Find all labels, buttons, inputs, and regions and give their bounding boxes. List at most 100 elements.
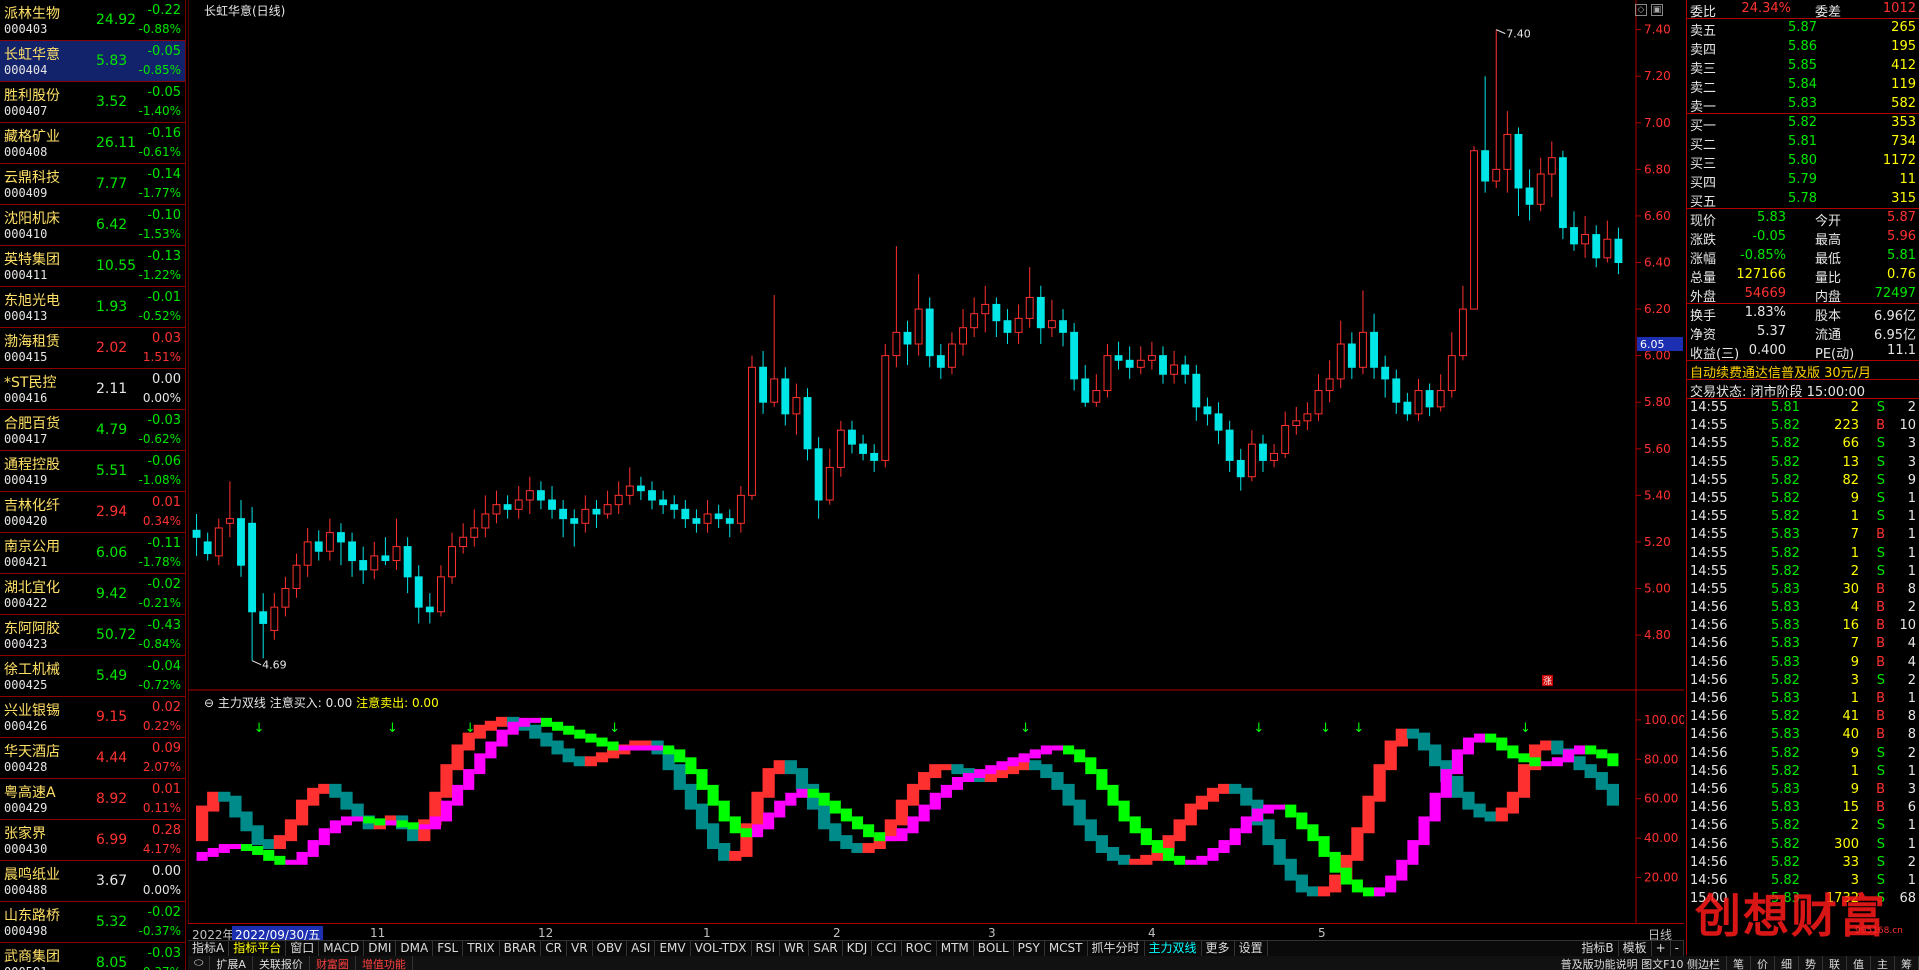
watchlist-row[interactable]: 武商集团000501 8.05 -0.03 -0.37% bbox=[0, 943, 185, 970]
watchlist-row[interactable]: 派林生物 000403 24.92 -0.22 -0.88% bbox=[0, 0, 185, 41]
watchlist-row[interactable]: 通程控股 000419 5.51 -0.06 -1.08% bbox=[0, 451, 185, 492]
indicator-tab[interactable]: EMV bbox=[655, 941, 691, 957]
detail-tab[interactable]: 笔 bbox=[1727, 956, 1751, 970]
indicator-tab[interactable]: FSL bbox=[433, 941, 464, 957]
indicator-tab[interactable]: CCI bbox=[872, 941, 902, 957]
watchlist-row[interactable]: 粤高速A 000429 8.92 0.01 0.11% bbox=[0, 779, 185, 820]
watchlist-row[interactable]: 渤海租赁 000415 2.02 0.03 1.51% bbox=[0, 328, 185, 369]
slow-line-segment bbox=[918, 804, 930, 822]
tick-time: 14:56 bbox=[1690, 600, 1728, 616]
watchlist-row[interactable]: 晨鸣纸业 000488 3.67 0.00 0.00% bbox=[0, 861, 185, 902]
indicator-tab[interactable]: MCST bbox=[1045, 941, 1088, 957]
slow-line-segment bbox=[1129, 816, 1141, 834]
detail-tab[interactable]: 细 bbox=[1775, 956, 1799, 970]
indicator-collapse-icon[interactable]: ⊖ bbox=[204, 696, 218, 710]
indicator-tab[interactable]: DMA bbox=[396, 941, 434, 957]
indicator-tab[interactable]: BRAR bbox=[500, 941, 542, 957]
watchlist-row[interactable]: 吉林化纤 000420 2.94 0.01 0.34% bbox=[0, 492, 185, 533]
tick-price: 5.82 bbox=[1771, 454, 1800, 470]
indicator-tab[interactable]: ROC bbox=[902, 941, 937, 957]
tab-right[interactable]: 模板 bbox=[1619, 941, 1652, 957]
indicator-tab[interactable]: PSY bbox=[1014, 941, 1045, 957]
indicator-tab[interactable]: 设置 bbox=[1235, 941, 1268, 957]
detail-tab[interactable]: 主 bbox=[1871, 956, 1895, 970]
detail-tab[interactable]: 价 bbox=[1751, 956, 1775, 970]
indicator-tab[interactable]: MACD bbox=[319, 941, 365, 957]
quote-panel: 委比 24.34% 委差 1012 卖五 5.87 265 卖四 5.86 195 卖三 5.85 41… bbox=[1686, 0, 1919, 955]
tick-price: 5.82 bbox=[1771, 836, 1800, 852]
fast-line-segment bbox=[1040, 764, 1053, 779]
detail-tab[interactable]: 势 bbox=[1799, 956, 1823, 970]
watchlist-row[interactable]: 云鼎科技 000409 7.77 -0.14 -1.77% bbox=[0, 164, 185, 205]
detail-tab[interactable]: 值 bbox=[1847, 956, 1871, 970]
slow-line-segment bbox=[1018, 753, 1030, 763]
indicator-tab[interactable]: WR bbox=[780, 941, 810, 957]
watchlist-row[interactable]: 英特集团 000411 10.55 -0.13 -1.22% bbox=[0, 246, 185, 287]
indicator-tab[interactable]: 指标平台 bbox=[229, 941, 287, 957]
indicator-tab[interactable]: BOLL bbox=[974, 941, 1014, 957]
watchlist-row[interactable]: 兴业银锡 000426 9.15 0.02 0.22% bbox=[0, 697, 185, 738]
tick-volume: 2 bbox=[1850, 563, 1859, 579]
indicator-tab[interactable]: 窗口 bbox=[286, 941, 320, 957]
bottom-item[interactable]: 财富圈 bbox=[310, 956, 356, 970]
diamond-icon[interactable]: ◇ bbox=[1635, 4, 1647, 16]
watchlist-row[interactable]: 沈阳机床 000410 6.42 -0.10 -1.53% bbox=[0, 205, 185, 246]
bottom-spacer bbox=[413, 956, 1555, 970]
watchlist-row[interactable]: 徐工机械 000425 5.49 -0.04 -0.72% bbox=[0, 656, 185, 697]
tab-right[interactable]: + bbox=[1652, 941, 1671, 957]
indicator-tab[interactable]: TRIX bbox=[463, 941, 500, 957]
indicator-tab[interactable]: OBV bbox=[593, 941, 628, 957]
kline-chart[interactable]: 7.407.207.006.806.606.406.206.005.805.60… bbox=[188, 0, 1684, 923]
indicator-tab[interactable]: SAR bbox=[809, 941, 843, 957]
candle-body bbox=[792, 397, 801, 415]
watchlist-row[interactable]: 张家界 000430 6.99 0.28 4.17% bbox=[0, 820, 185, 861]
promo-text[interactable]: 自动续费通达信普及版 30元/月 bbox=[1690, 362, 1871, 381]
indicator-tab[interactable]: 抓牛分时 bbox=[1088, 941, 1145, 957]
tick-side: S bbox=[1876, 490, 1885, 506]
tick-side: S bbox=[1876, 472, 1885, 488]
tab-right[interactable]: 指标B bbox=[1577, 941, 1619, 957]
watchlist-row[interactable]: 长虹华意 000404 5.83 -0.05 -0.85% bbox=[0, 41, 185, 82]
indicator-tab[interactable]: 更多 bbox=[1202, 941, 1235, 957]
toggle-switch[interactable]: ⬭ bbox=[188, 956, 211, 970]
candle-body bbox=[403, 546, 412, 578]
bottom-item[interactable]: 增值功能 bbox=[356, 956, 413, 970]
watchlist-row[interactable]: 东旭光电 000413 1.93 -0.01 -0.52% bbox=[0, 287, 185, 328]
watchlist-row[interactable]: 山东路桥 000498 5.32 -0.02 -0.37% bbox=[0, 902, 185, 943]
slow-line-segment bbox=[818, 792, 830, 806]
indicator-tab[interactable]: MTM bbox=[937, 941, 974, 957]
stock-code: 000498 bbox=[4, 924, 48, 938]
indicator-tab[interactable]: 指标A bbox=[188, 941, 230, 957]
promo-row[interactable]: 自动续费通达信普及版 30元/月 bbox=[1687, 361, 1919, 381]
bottom-item[interactable]: 关联报价 bbox=[253, 956, 310, 970]
watchlist-row[interactable]: 南京公用 000421 6.06 -0.11 -1.78% bbox=[0, 533, 185, 574]
indicator-tab[interactable]: VR bbox=[567, 941, 593, 957]
bottom-right-links[interactable]: 普及版功能说明 图文F10 侧边栏 bbox=[1555, 956, 1727, 970]
watchlist-row[interactable]: 湖北宜化 000422 9.42 -0.02 -0.21% bbox=[0, 574, 185, 615]
watchlist-row[interactable]: 东阿阿胶 000423 50.72 -0.43 -0.84% bbox=[0, 615, 185, 656]
candle bbox=[714, 504, 723, 528]
indicator-tab[interactable]: VOL-TDX bbox=[691, 941, 752, 957]
stock-pct: -0.21% bbox=[138, 596, 181, 610]
watchlist-row[interactable]: 藏格矿业 000408 26.11 -0.16 -0.61% bbox=[0, 123, 185, 164]
tab-right[interactable]: - bbox=[1671, 941, 1684, 957]
tick-count: 4 bbox=[1907, 636, 1916, 652]
watchlist-row[interactable]: 胜利股份 000407 3.52 -0.05 -1.40% bbox=[0, 82, 185, 123]
bottom-item[interactable]: 扩展A bbox=[210, 956, 253, 970]
detail-tab[interactable]: 筹 bbox=[1895, 956, 1919, 970]
slow-line-segment bbox=[196, 851, 208, 861]
indicator-tab[interactable]: 主力双线 bbox=[1145, 941, 1202, 957]
stat-label: 外盘 bbox=[1690, 290, 1717, 305]
watchlist-row[interactable]: 华天酒店 000428 4.44 0.09 2.07% bbox=[0, 738, 185, 779]
watchlist-row[interactable]: 合肥百货 000417 4.79 -0.03 -0.62% bbox=[0, 410, 185, 451]
indicator-tab[interactable]: ASI bbox=[627, 941, 656, 957]
indicator-tab[interactable]: KDJ bbox=[843, 941, 873, 957]
indicator-tab[interactable]: DMI bbox=[364, 941, 397, 957]
ask-price: 5.87 bbox=[1788, 20, 1817, 35]
detail-tab[interactable]: 联 bbox=[1823, 956, 1847, 970]
ask-volume: 195 bbox=[1891, 39, 1916, 54]
watchlist-row[interactable]: *ST民控 000416 2.11 0.00 0.00% bbox=[0, 369, 185, 410]
window-icon[interactable]: ▣ bbox=[1651, 4, 1663, 16]
indicator-tab[interactable]: RSI bbox=[752, 941, 781, 957]
indicator-tab[interactable]: CR bbox=[541, 941, 567, 957]
